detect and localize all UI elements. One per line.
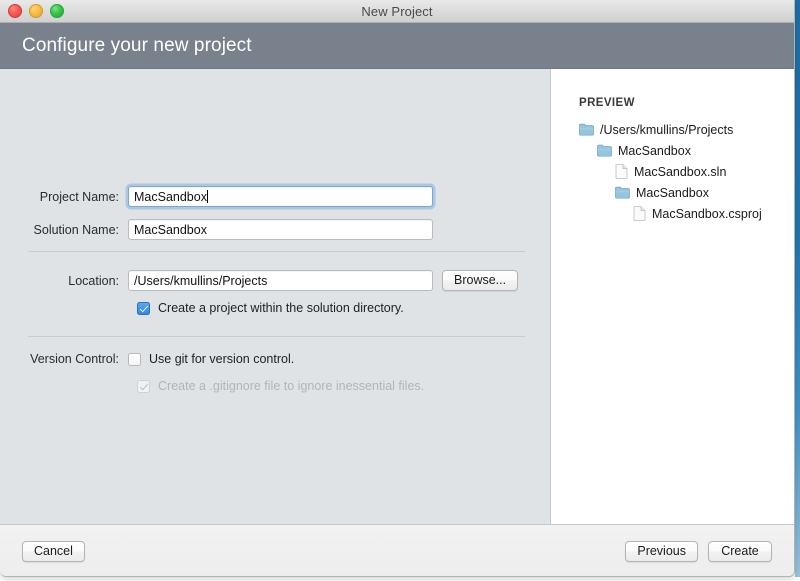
location-row: Location: /Users/kmullins/Projects Brows… — [18, 270, 519, 291]
preview-tree-node-label: MacSandbox.sln — [634, 164, 727, 179]
create-gitignore-row: Create a .gitignore file to ignore iness… — [137, 379, 424, 393]
version-control-row: Version Control: Use git for version con… — [18, 352, 294, 366]
location-label: Location: — [68, 273, 119, 288]
window-title: New Project — [361, 3, 433, 19]
preview-file-tree: /Users/kmullins/Projects MacSandbox MacS… — [579, 119, 794, 224]
form-separator-1 — [28, 251, 525, 252]
window-titlebar[interactable]: New Project — [0, 0, 794, 23]
create-gitignore-label: Create a .gitignore file to ignore iness… — [158, 379, 425, 393]
page-title: Configure your new project — [22, 34, 252, 56]
create-project-in-solution-dir-label: Create a project within the solution dir… — [158, 301, 404, 315]
location-input[interactable]: /Users/kmullins/Projects — [128, 270, 433, 291]
preview-tree-node-folder: MacSandbox — [579, 140, 794, 161]
solution-name-row: Solution Name: MacSandbox — [18, 219, 433, 240]
preview-tree-node-label: MacSandbox — [618, 143, 691, 158]
dialog-footer: Cancel Previous Create — [0, 524, 794, 576]
folder-icon — [597, 144, 612, 157]
desktop-wallpaper-strip — [795, 0, 800, 581]
file-icon — [615, 164, 628, 179]
preview-tree-node-file: MacSandbox.csproj — [579, 203, 794, 224]
solution-name-value: MacSandbox — [134, 222, 207, 237]
text-cursor — [206, 190, 208, 203]
create-project-in-solution-dir-row[interactable]: Create a project within the solution dir… — [137, 301, 404, 315]
maximize-window-button-icon[interactable] — [50, 4, 64, 18]
create-button[interactable]: Create — [708, 541, 772, 562]
preview-tree-node-file: MacSandbox.sln — [579, 161, 794, 182]
preview-heading: PREVIEW — [579, 97, 635, 109]
create-project-in-solution-dir-checkbox[interactable] — [137, 301, 150, 315]
solution-name-label: Solution Name: — [33, 222, 119, 237]
preview-tree-node-label: MacSandbox.csproj — [652, 206, 762, 221]
desktop-bottom-strip — [0, 577, 800, 581]
use-git-label: Use git for version control. — [149, 352, 295, 366]
use-git-row[interactable]: Use git for version control. — [128, 352, 294, 366]
dialog-body: Project Name: MacSandbox Solution Name: … — [0, 69, 794, 524]
project-name-label: Project Name: — [39, 189, 119, 204]
project-name-input[interactable]: MacSandbox — [128, 186, 433, 207]
file-icon — [633, 206, 646, 221]
traffic-light-group — [8, 0, 64, 22]
new-project-window: New Project Configure your new project P… — [0, 0, 795, 577]
project-name-row: Project Name: MacSandbox — [18, 186, 433, 207]
preview-pane: PREVIEW /Users/kmullins/Projects MacSand… — [551, 69, 794, 524]
solution-name-input[interactable]: MacSandbox — [128, 219, 433, 240]
form-separator-2 — [28, 336, 525, 337]
configuration-form-pane: Project Name: MacSandbox Solution Name: … — [0, 69, 550, 524]
create-gitignore-checkbox — [137, 379, 150, 393]
preview-tree-node-folder: /Users/kmullins/Projects — [579, 119, 794, 140]
minimize-window-button-icon[interactable] — [29, 4, 43, 18]
cancel-button[interactable]: Cancel — [22, 541, 85, 562]
folder-icon — [579, 123, 594, 136]
preview-tree-node-label: MacSandbox — [636, 185, 709, 200]
use-git-checkbox[interactable] — [128, 352, 141, 366]
location-value: /Users/kmullins/Projects — [134, 273, 268, 288]
folder-icon — [615, 186, 630, 199]
previous-button[interactable]: Previous — [625, 541, 698, 562]
preview-tree-node-folder: MacSandbox — [579, 182, 794, 203]
version-control-label: Version Control: — [30, 352, 119, 366]
browse-button[interactable]: Browse... — [442, 270, 519, 291]
close-window-button-icon[interactable] — [8, 4, 22, 18]
project-name-value: MacSandbox — [134, 189, 207, 204]
page-header-banner: Configure your new project — [0, 23, 794, 69]
preview-tree-node-label: /Users/kmullins/Projects — [600, 122, 734, 137]
